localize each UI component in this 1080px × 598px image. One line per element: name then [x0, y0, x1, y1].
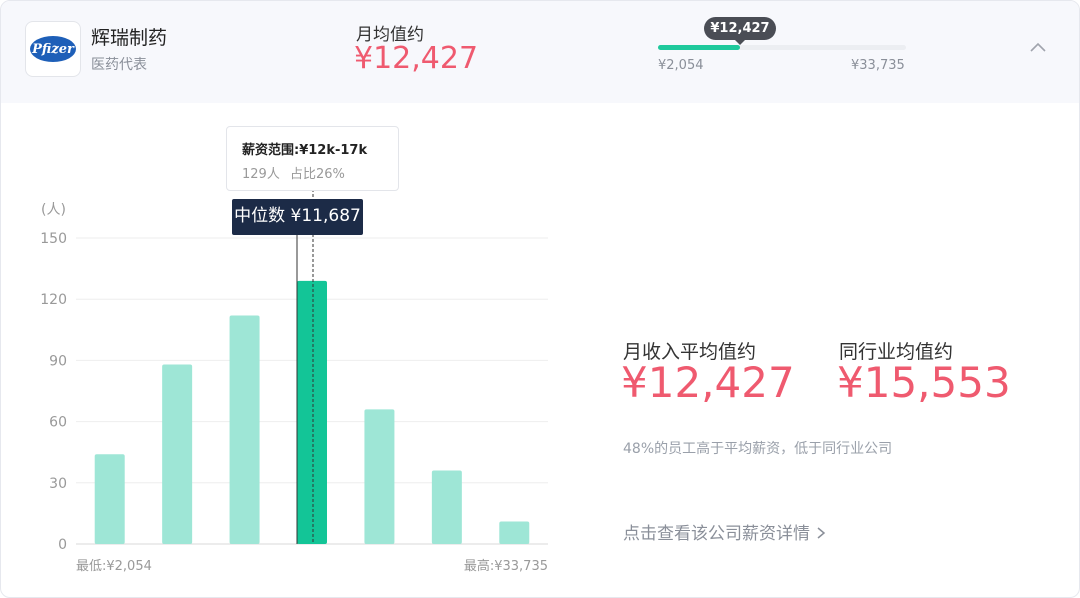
y-tick-label: 30	[49, 476, 67, 492]
y-axis-label: (人)	[41, 202, 66, 218]
salary-card: Pfizer 辉瑞制药 医药代表 月均值约 ¥12,427 ¥12,427 ¥2…	[0, 0, 1080, 598]
tooltip-sub: 129人 占比26%	[242, 163, 345, 182]
bar	[229, 315, 260, 544]
tooltip-count: 129人	[242, 167, 280, 182]
details-link-text: 点击查看该公司薪资详情	[623, 524, 810, 544]
chevron-right-icon	[817, 527, 826, 539]
median-badge: 中位数 ¥11,687	[232, 199, 363, 235]
bar-tooltip: 薪资范围:¥12k-17k 129人 占比26%	[226, 126, 399, 191]
salary-note: 48%的员工高于平均薪资，低于同行业公司	[623, 441, 893, 457]
salary-range-max: ¥33,735	[851, 58, 905, 73]
y-tick-label: 0	[58, 537, 67, 553]
bar	[162, 364, 193, 544]
salary-range-bar	[658, 45, 906, 50]
salary-header: Pfizer 辉瑞制药 医药代表 月均值约 ¥12,427 ¥12,427 ¥2…	[1, 1, 1079, 103]
bar	[499, 521, 530, 544]
company-logo: Pfizer	[25, 21, 81, 77]
y-tick-label: 120	[40, 292, 67, 308]
avg-income-value: ¥12,427	[621, 358, 795, 407]
x-max-label: 最高:¥33,735	[464, 558, 548, 574]
y-tick-label: 150	[40, 231, 67, 247]
tooltip-share: 占比26%	[289, 167, 345, 182]
company-name: 辉瑞制药	[91, 27, 168, 49]
pfizer-logo-icon: Pfizer	[30, 36, 76, 62]
bar	[431, 470, 462, 544]
highlighted-bar	[297, 280, 327, 544]
industry-avg-value: ¥15,553	[837, 358, 1011, 407]
y-tick-label: 90	[49, 353, 67, 369]
bar	[364, 409, 395, 544]
salary-range-min: ¥2,054	[658, 58, 704, 73]
y-tick-label: 60	[49, 415, 67, 431]
salary-range-current: ¥12,427	[704, 17, 776, 45]
bar	[94, 454, 125, 544]
salary-range-fill	[658, 45, 740, 50]
chevron-up-icon[interactable]	[1027, 37, 1049, 59]
x-min-label: 最低:¥2,054	[76, 559, 152, 574]
monthly-avg-value: ¥12,427	[354, 41, 479, 76]
job-role: 医药代表	[91, 57, 147, 73]
tooltip-title: 薪资范围:¥12k-17k	[242, 143, 368, 158]
salary-details-link[interactable]: 点击查看该公司薪资详情	[623, 519, 827, 544]
